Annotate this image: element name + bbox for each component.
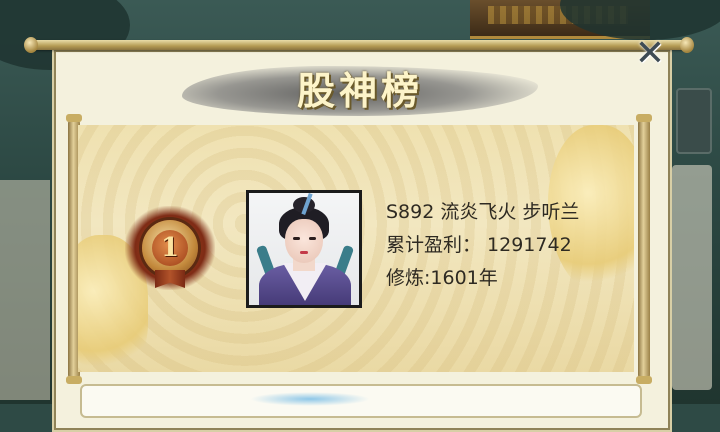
rod-knob <box>24 37 38 53</box>
player-avatar[interactable] <box>246 190 362 308</box>
badge-center: 1 <box>152 230 188 266</box>
avatar-face <box>285 219 323 263</box>
player-info: S892 流炎飞火 步听兰 累计盈利： 1291742 修炼:1601年 <box>386 196 579 295</box>
avatar-eye <box>309 237 316 240</box>
background-panel <box>0 180 50 400</box>
rod-knob <box>680 37 694 53</box>
player-profit: 累计盈利： 1291742 <box>386 234 572 256</box>
scroll-rod-right <box>636 114 652 384</box>
rank-badge: 1 <box>125 206 215 290</box>
avatar-eye <box>293 237 300 240</box>
dialog-top-rod <box>24 37 694 53</box>
rank-number: 1 <box>160 233 180 263</box>
player-server-name: S892 流炎飞火 步听兰 <box>386 201 580 223</box>
background-panel <box>672 165 712 390</box>
avatar-lips <box>300 251 308 254</box>
dialog-title: 股神榜 <box>296 68 423 113</box>
player-cultivation: 修炼:1601年 <box>386 267 498 289</box>
